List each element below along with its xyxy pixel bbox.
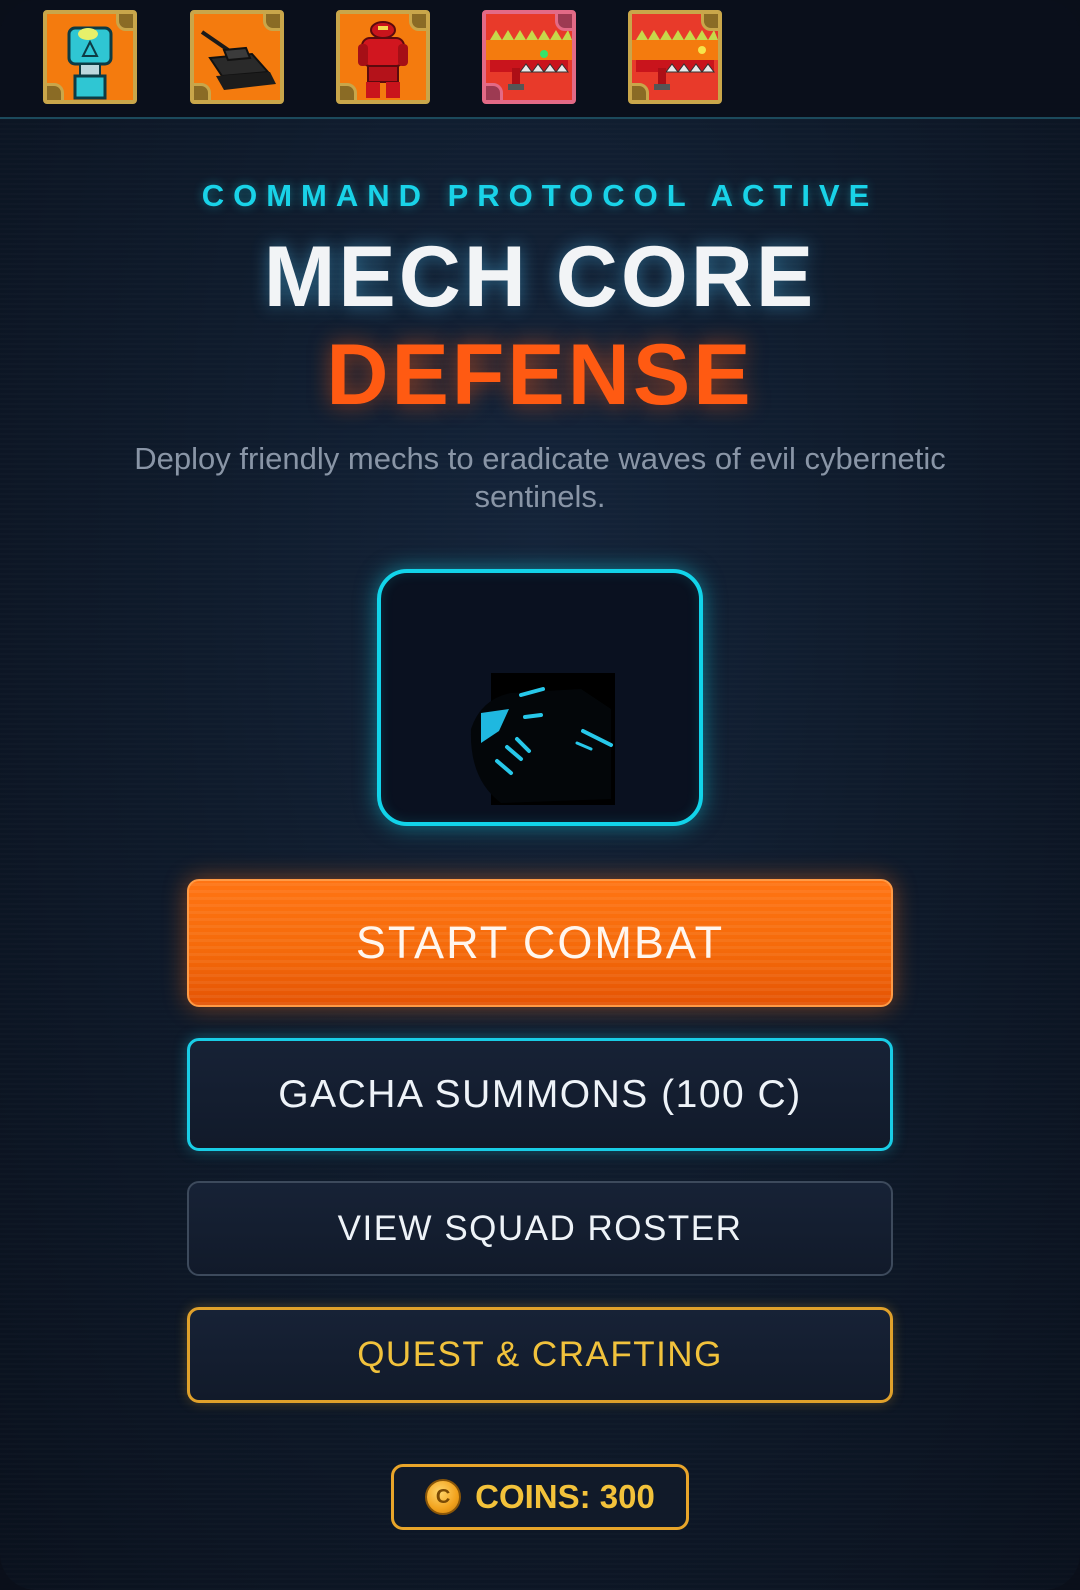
gacha-summons-button[interactable]: GACHA SUMMONS (100 C) <box>187 1038 893 1151</box>
unit-card-cyan-mech[interactable] <box>43 10 137 104</box>
unit-card-tank[interactable] <box>190 10 284 104</box>
game-description: Deploy friendly mechs to eradicate waves… <box>134 441 946 514</box>
unit-card-red-brute[interactable] <box>336 10 430 104</box>
view-squad-roster-label: VIEW SQUAD ROSTER <box>337 1208 743 1248</box>
unit-card-red-chomper[interactable] <box>628 10 722 104</box>
game-screen: COMMAND PROTOCOL ACTIVE MECH CORE DEFENS… <box>0 0 1080 1590</box>
protocol-status-text: COMMAND PROTOCOL ACTIVE <box>201 178 879 213</box>
unit-card-red-chomper-selected[interactable] <box>482 10 576 104</box>
unit-bar <box>0 0 1080 119</box>
quest-crafting-button[interactable]: QUEST & CRAFTING <box>187 1307 893 1403</box>
view-squad-roster-button[interactable]: VIEW SQUAD ROSTER <box>187 1181 893 1276</box>
coin-icon: C <box>425 1479 462 1515</box>
quest-crafting-label: QUEST & CRAFTING <box>357 1335 723 1374</box>
dark-mech-icon <box>470 673 615 805</box>
start-combat-label: START COMBAT <box>355 917 725 968</box>
game-title-line2: DEFENSE <box>326 327 754 423</box>
start-combat-button[interactable]: START COMBAT <box>187 879 893 1007</box>
gacha-summons-label: GACHA SUMMONS (100 C) <box>278 1072 802 1116</box>
coins-display: C COINS: 300 <box>391 1464 689 1530</box>
coins-label: COINS: 300 <box>475 1478 655 1515</box>
game-title-line1: MECH CORE <box>263 229 817 325</box>
mech-preview-frame <box>377 569 703 826</box>
